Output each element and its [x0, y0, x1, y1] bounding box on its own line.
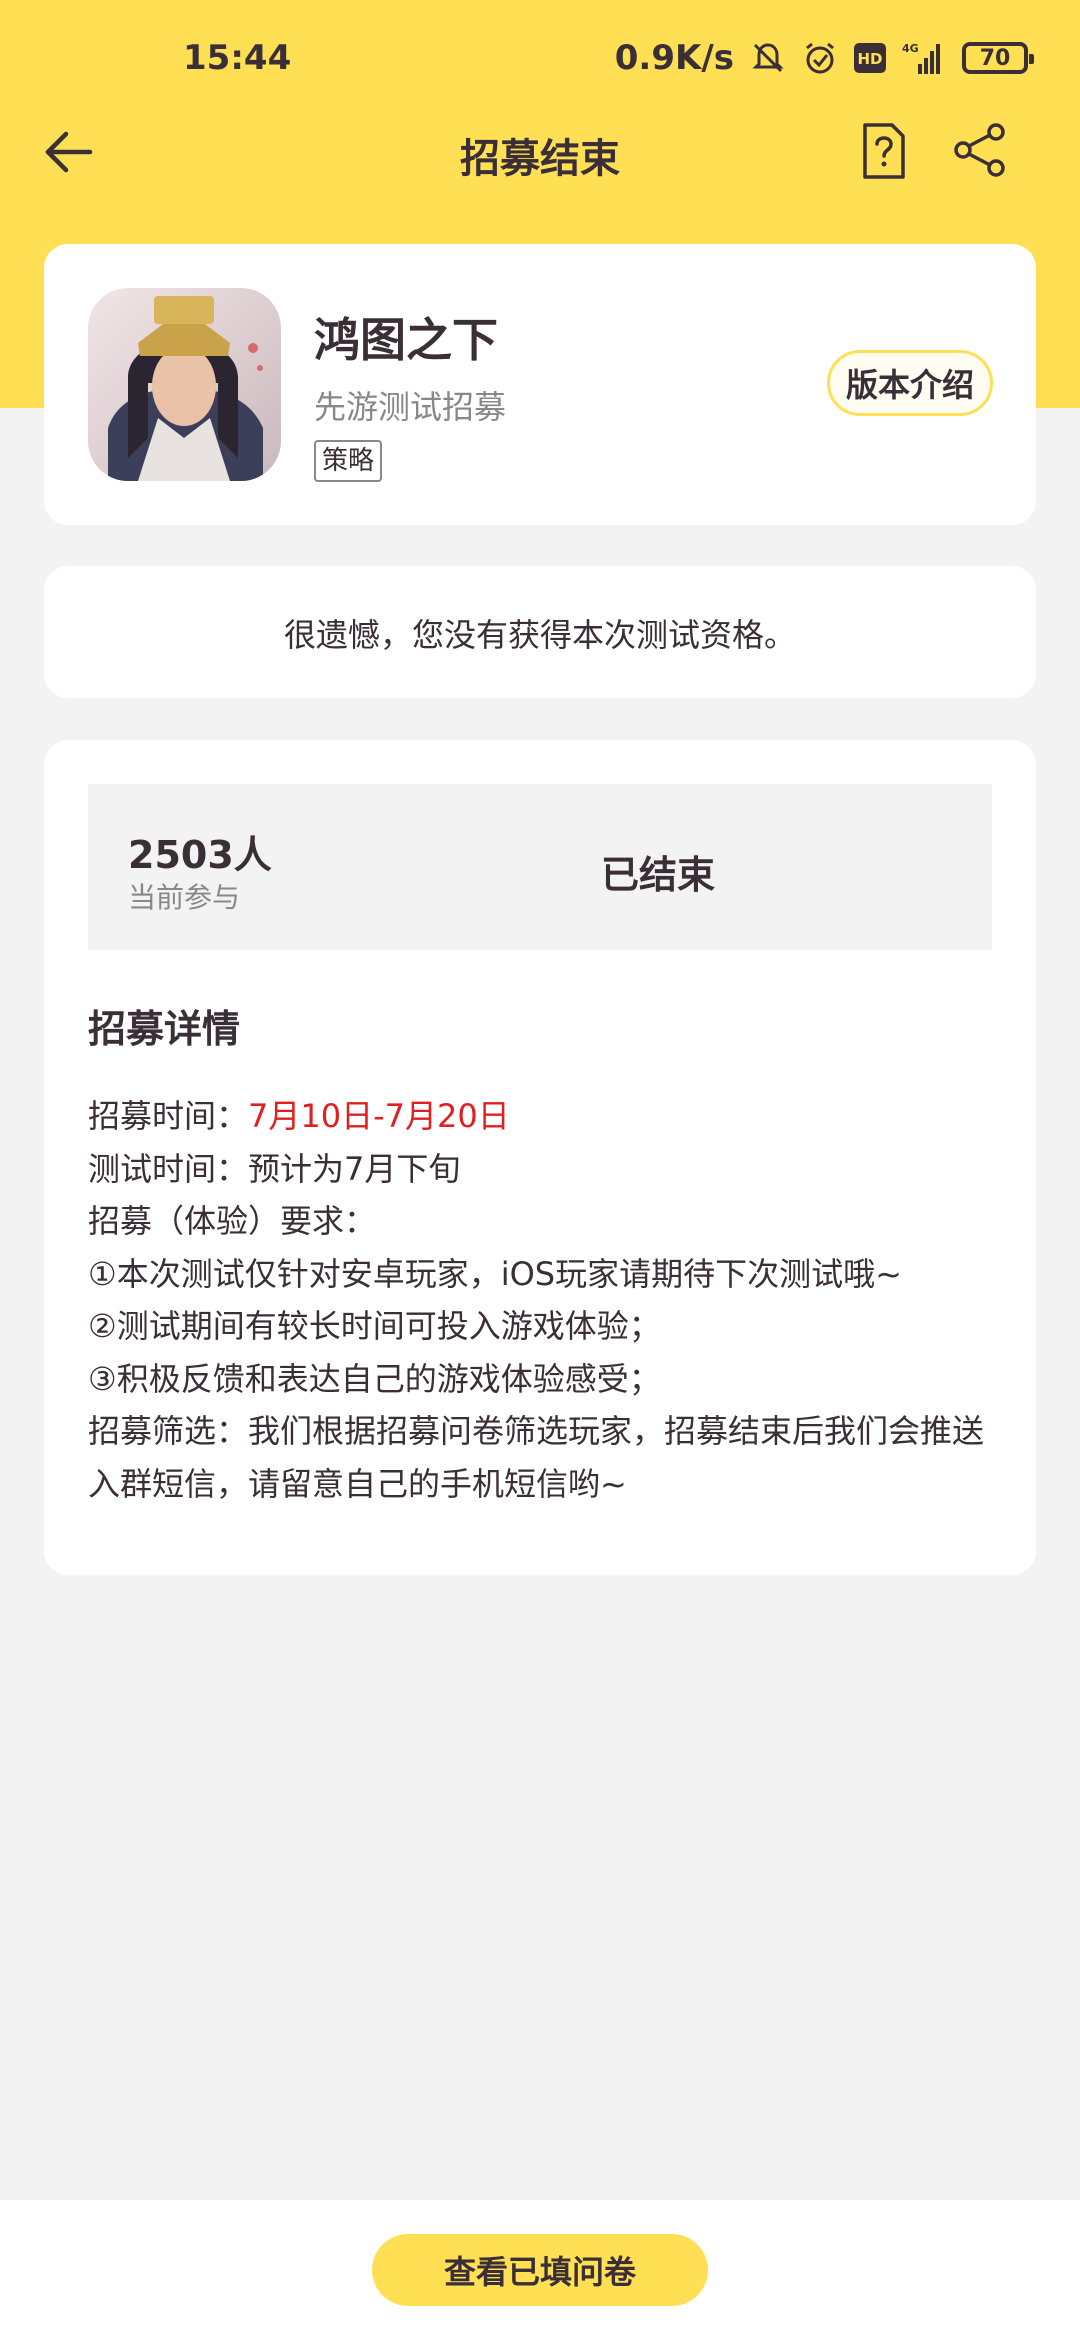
bottom-bar: 查看已填问卷	[0, 2200, 1080, 2340]
recruit-detail-card: 2503人 当前参与 已结束 招募详情 招募时间：7月10日-7月20日 测试时…	[44, 740, 1036, 1575]
game-name: 鸿图之下	[314, 313, 498, 367]
notice-card: 很遗憾，您没有获得本次测试资格。	[44, 566, 1036, 698]
signal-icon: 4G	[902, 42, 940, 74]
recruit-time-value: 7月10日-7月20日	[248, 1097, 510, 1135]
requirement-3: ③积极反馈和表达自己的游戏体验感受；	[88, 1359, 661, 1398]
requirement-1: ①本次测试仅针对安卓玩家，iOS玩家请期待下次测试哦~	[88, 1254, 902, 1293]
requirement-2: ②测试期间有较长时间可投入游戏体验；	[88, 1307, 661, 1345]
battery-level: 70	[979, 45, 1011, 71]
version-intro-button[interactable]: 版本介绍	[827, 350, 993, 416]
hd-icon: HD	[854, 43, 886, 73]
participant-label: 当前参与	[128, 881, 241, 914]
page-title: 招募结束	[460, 136, 620, 182]
svg-text:4G: 4G	[902, 42, 919, 55]
detail-body: 招募时间：7月10日-7月20日 测试时间：预计为7月下旬 招募（体验）要求： …	[88, 1090, 1008, 1510]
question-doc-icon[interactable]	[862, 122, 906, 180]
screening-text: 招募筛选：我们根据招募问卷筛选玩家，招募结束后我们会推送入群短信，请留意自己的手…	[88, 1412, 985, 1503]
requirement-title: 招募（体验）要求：	[88, 1202, 377, 1240]
detail-heading: 招募详情	[88, 1007, 241, 1051]
svg-text:HD: HD	[857, 50, 882, 68]
game-subtitle: 先游测试招募	[314, 388, 507, 426]
game-tag[interactable]: 策略	[314, 440, 383, 482]
notice-text: 很遗憾，您没有获得本次测试资格。	[283, 616, 796, 654]
status-bar: 15:44 0.9K/s HD 4G 70	[0, 0, 1080, 120]
battery-icon: 70	[962, 42, 1034, 74]
mute-icon	[752, 43, 784, 73]
participant-count: 2503人	[128, 833, 272, 877]
status-time: 15:44	[183, 38, 292, 78]
recruit-status: 已结束	[601, 853, 716, 897]
header: 招募结束	[0, 110, 1080, 192]
recruit-time: 招募时间：7月10日-7月20日	[88, 1090, 1008, 1143]
alarm-icon	[806, 42, 834, 74]
game-artwork-icon	[88, 288, 281, 481]
test-time: 测试时间：预计为7月下旬	[88, 1149, 461, 1188]
view-questionnaire-button[interactable]: 查看已填问卷	[372, 2234, 708, 2306]
network-speed: 0.9K/s	[614, 38, 734, 78]
game-icon[interactable]	[88, 288, 281, 481]
recruit-time-label: 招募时间：	[88, 1097, 249, 1135]
stats-box: 2503人 当前参与 已结束	[88, 784, 992, 950]
share-icon[interactable]	[952, 122, 1008, 178]
status-icons: 0.9K/s HD 4G 70	[614, 38, 1034, 78]
game-card: 鸿图之下 先游测试招募 策略 版本介绍	[44, 244, 1036, 525]
